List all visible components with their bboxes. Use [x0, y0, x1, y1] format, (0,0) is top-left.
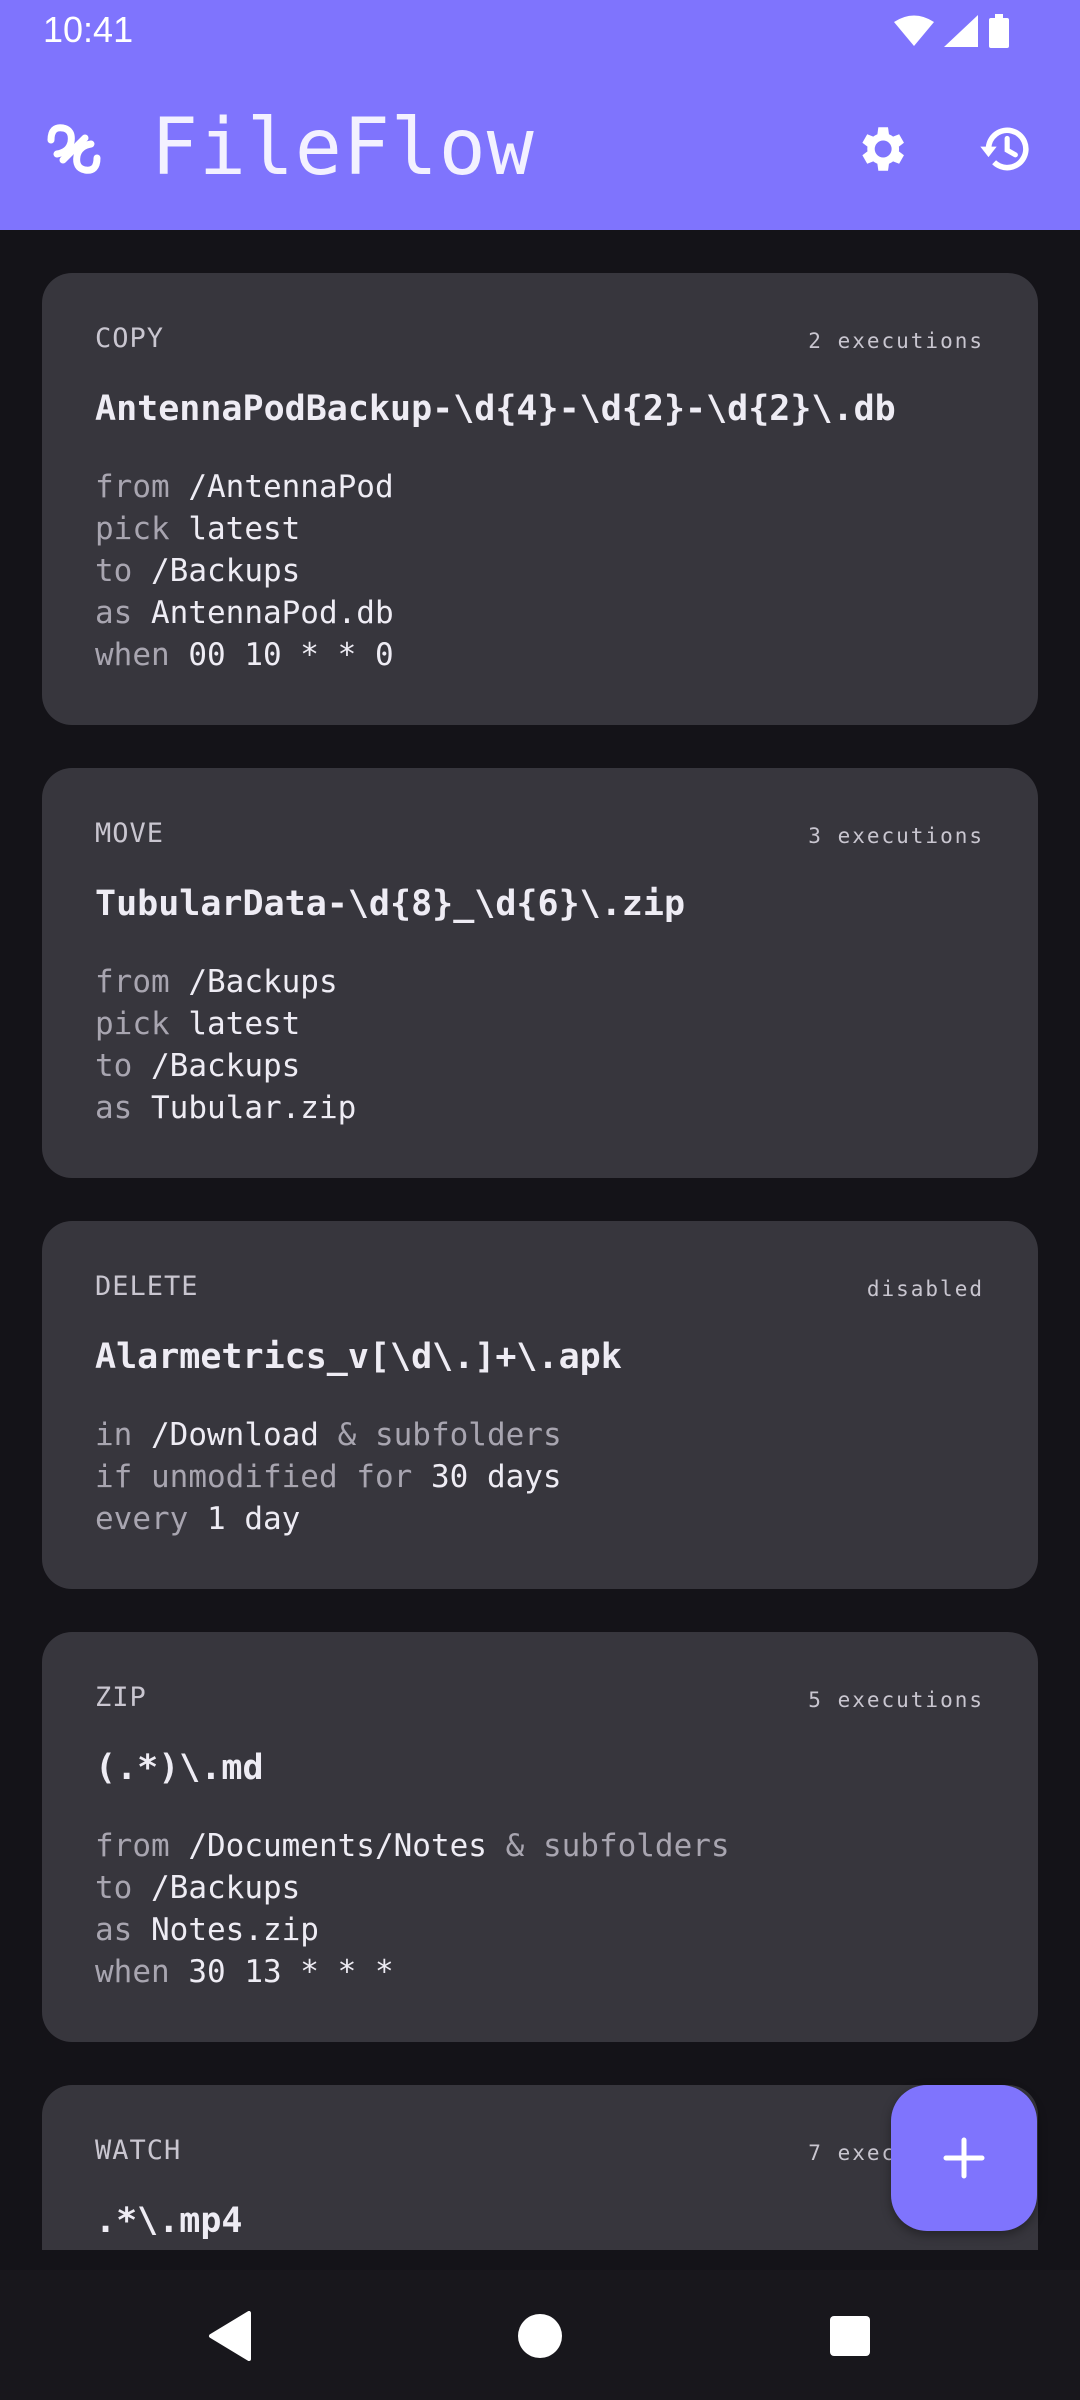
detail-value: /Backups	[151, 1870, 301, 1906]
status-icons	[894, 14, 1010, 48]
system-nav-bar	[0, 2270, 1080, 2400]
home-circle-icon	[518, 2314, 562, 2358]
app-bar: 10:41 FileFlow	[0, 0, 1080, 230]
detail-keyword: as	[95, 595, 133, 631]
rule-detail-line: to /Backups	[95, 1867, 730, 1909]
rule-detail-line: when 00 10 * * 0	[95, 634, 394, 676]
app-title: FileFlow	[151, 103, 535, 193]
rule-detail-line: from /Backups	[95, 961, 356, 1003]
nav-back-button[interactable]	[190, 2296, 270, 2376]
detail-keyword: from	[95, 1828, 170, 1864]
rule-detail-line: to /Backups	[95, 550, 394, 592]
rule-type: DELETE	[95, 1271, 199, 1302]
rule-detail-line: when 30 13 * * *	[95, 1951, 730, 1993]
rule-detail-line: pick latest	[95, 1003, 356, 1045]
detail-value: /Documents/Notes	[188, 1828, 487, 1864]
rule-detail-line: from /Documents/Notes & subfolders	[95, 1825, 730, 1867]
gear-icon	[862, 127, 904, 171]
detail-keyword: if unmodified for	[95, 1459, 413, 1495]
rule-pattern: (.*)\.md	[95, 1748, 264, 1788]
rule-detail-line: pick latest	[95, 508, 394, 550]
rule-detail-line: if unmodified for 30 days	[95, 1456, 562, 1498]
rule-card[interactable]: DELETE disabled Alarmetrics_v[\d\.]+\.ap…	[42, 1221, 1038, 1589]
detail-keyword: every	[95, 1501, 189, 1537]
rule-status: disabled	[866, 1277, 984, 1301]
detail-value: latest	[188, 511, 301, 547]
rule-type: COPY	[95, 323, 165, 354]
settings-button[interactable]	[845, 113, 917, 185]
wifi-icon	[894, 15, 934, 46]
detail-value: 00 10 * * 0	[188, 637, 394, 673]
rule-type: ZIP	[95, 1682, 147, 1713]
detail-keyword: to	[95, 1048, 133, 1084]
rule-details: from /Documents/Notes & subfolders to /B…	[95, 1825, 730, 1993]
phone-screen: 10:41 FileFlow COPY 2 executions Antenna…	[0, 0, 1080, 2400]
detail-suffix: & subfolders	[505, 1828, 730, 1864]
rule-pattern: Alarmetrics_v[\d\.]+\.apk	[95, 1337, 622, 1377]
rule-details: from /AntennaPod pick latest to /Backups…	[95, 466, 394, 676]
battery-icon	[989, 14, 1009, 48]
rule-status: 2 executions	[808, 329, 984, 353]
detail-keyword: from	[95, 964, 170, 1000]
detail-value: Tubular.zip	[151, 1090, 357, 1126]
detail-value: AntennaPod.db	[151, 595, 394, 631]
detail-suffix: & subfolders	[337, 1417, 562, 1453]
detail-value: /AntennaPod	[188, 469, 394, 505]
status-time: 10:41	[43, 9, 134, 50]
link-icon	[47, 124, 101, 174]
rule-detail-line: as Notes.zip	[95, 1909, 730, 1951]
rule-detail-line: every 1 day	[95, 1498, 562, 1540]
detail-keyword: as	[95, 1090, 133, 1126]
rule-pattern: .*\.mp4	[95, 2201, 243, 2241]
detail-value: Notes.zip	[151, 1912, 319, 1948]
recents-square-icon	[830, 2316, 870, 2356]
rule-card[interactable]: WATCH 7 executions .*\.mp4	[42, 2085, 1038, 2250]
detail-keyword: to	[95, 1870, 133, 1906]
detail-keyword: pick	[95, 511, 170, 547]
rule-detail-line: to /Backups	[95, 1045, 356, 1087]
detail-value: /Backups	[151, 553, 301, 589]
detail-keyword: in	[95, 1417, 133, 1453]
detail-value: /Download	[151, 1417, 319, 1453]
rule-detail-line: in /Download & subfolders	[95, 1414, 562, 1456]
signal-icon	[944, 15, 978, 47]
rule-detail-line: from /AntennaPod	[95, 466, 394, 508]
rule-pattern: TubularData-\d{8}_\d{6}\.zip	[95, 884, 686, 924]
rule-card[interactable]: COPY 2 executions AntennaPodBackup-\d{4}…	[42, 273, 1038, 725]
detail-keyword: to	[95, 553, 133, 589]
rule-card[interactable]: MOVE 3 executions TubularData-\d{8}_\d{6…	[42, 768, 1038, 1178]
nav-home-button[interactable]	[500, 2296, 580, 2376]
detail-value: latest	[188, 1006, 301, 1042]
rule-detail-line: as Tubular.zip	[95, 1087, 356, 1129]
detail-value: /Backups	[151, 1048, 301, 1084]
rule-type: MOVE	[95, 818, 165, 849]
back-triangle-icon	[209, 2311, 251, 2361]
detail-value: 30 13 * * *	[188, 1954, 394, 1990]
rule-status: 3 executions	[808, 824, 984, 848]
detail-keyword: pick	[95, 1006, 170, 1042]
rule-list[interactable]: COPY 2 executions AntennaPodBackup-\d{4}…	[0, 230, 1080, 2250]
rule-pattern: AntennaPodBackup-\d{4}-\d{2}-\d{2}\.db	[95, 389, 896, 429]
history-button[interactable]	[970, 113, 1042, 185]
detail-keyword: as	[95, 1912, 133, 1948]
nav-recents-button[interactable]	[810, 2296, 890, 2376]
rule-detail-line: as AntennaPod.db	[95, 592, 394, 634]
detail-value: /Backups	[188, 964, 338, 1000]
rule-type: WATCH	[95, 2135, 182, 2166]
history-icon	[980, 127, 1029, 171]
detail-keyword: when	[95, 1954, 170, 1990]
plus-icon	[943, 2137, 985, 2179]
rule-details: in /Download & subfolders if unmodified …	[95, 1414, 562, 1540]
detail-keyword: when	[95, 637, 170, 673]
detail-value: 30 days	[430, 1459, 562, 1495]
rule-status: 5 executions	[808, 1688, 984, 1712]
rule-details: from /Backups pick latest to /Backups as…	[95, 961, 356, 1129]
detail-value: 1 day	[207, 1501, 301, 1537]
detail-keyword: from	[95, 469, 170, 505]
add-rule-button[interactable]	[891, 2085, 1037, 2231]
rule-card[interactable]: ZIP 5 executions (.*)\.md from /Document…	[42, 1632, 1038, 2042]
